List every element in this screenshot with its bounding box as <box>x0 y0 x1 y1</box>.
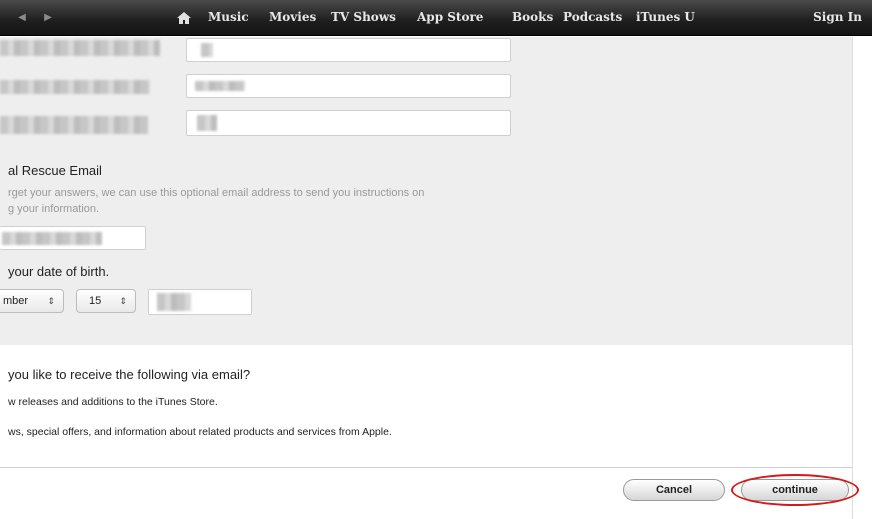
blurred-label <box>0 40 160 56</box>
right-arrow-icon[interactable]: ▶ <box>40 10 56 26</box>
divider <box>0 467 852 468</box>
nav-books[interactable]: Books <box>512 10 553 24</box>
blurred-label <box>0 116 148 134</box>
security-answer-field-1[interactable] <box>186 38 511 62</box>
dob-title: your date of birth. <box>8 264 110 279</box>
dob-month-value: mber <box>3 295 29 307</box>
email-preferences-question: you like to receive the following via em… <box>8 367 251 382</box>
rescue-email-hint-1: rget your answers, we can use this optio… <box>8 187 425 199</box>
rescue-email-title: al Rescue Email <box>8 163 102 178</box>
top-nav-bar: ◀ ▶ Music Movies TV Shows App Store Book… <box>0 0 872 36</box>
select-arrows-icon: ⇕ <box>47 296 55 306</box>
dob-day-value: 15 <box>89 295 102 307</box>
sign-in-link[interactable]: Sign In <box>813 10 862 24</box>
nav-app-store[interactable]: App Store <box>417 10 483 24</box>
rescue-email-hint-2: g your information. <box>8 203 100 215</box>
security-question-field[interactable] <box>186 74 511 98</box>
nav-podcasts[interactable]: Podcasts <box>563 10 622 24</box>
nav-itunes-u[interactable]: iTunes U <box>636 10 695 24</box>
nav-tv-shows[interactable]: TV Shows <box>331 10 396 24</box>
dob-day-select[interactable]: 15 ⇕ <box>76 289 136 313</box>
dob-year-field[interactable] <box>148 289 252 315</box>
nav-music[interactable]: Music <box>208 10 249 24</box>
home-icon[interactable] <box>176 10 192 26</box>
security-answer-field-2[interactable] <box>186 110 511 136</box>
dob-month-select[interactable]: mber ⇕ <box>0 289 64 313</box>
rescue-email-field[interactable] <box>0 226 146 250</box>
history-arrows: ◀ ▶ <box>14 10 56 26</box>
red-highlight-circle <box>731 474 859 506</box>
right-gutter <box>852 37 872 519</box>
cancel-button[interactable]: Cancel <box>623 479 725 501</box>
nav-movies[interactable]: Movies <box>269 10 316 24</box>
email-option-news-offers[interactable]: ws, special offers, and information abou… <box>8 426 392 438</box>
left-arrow-icon[interactable]: ◀ <box>14 10 30 26</box>
email-option-new-releases[interactable]: w releases and additions to the iTunes S… <box>8 396 218 408</box>
blurred-label <box>0 80 150 94</box>
select-arrows-icon: ⇕ <box>119 296 127 306</box>
